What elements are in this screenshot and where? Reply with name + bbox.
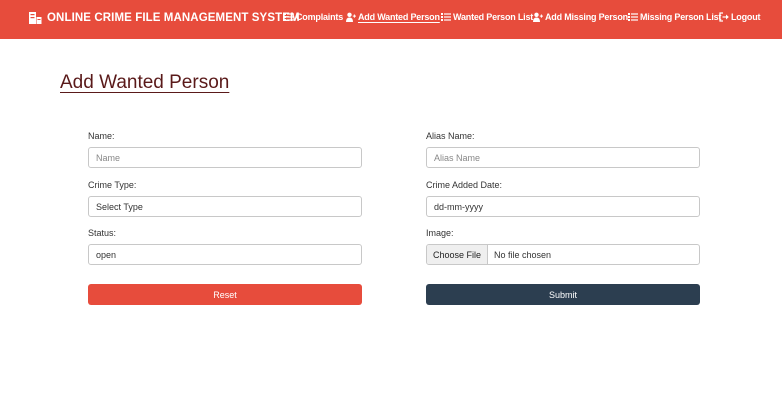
user-plus-icon [346,12,356,22]
list-icon [441,13,451,21]
nav-label: Add Wanted Person [358,12,440,22]
crime-type-select[interactable]: Select Type [88,196,362,217]
list-icon [628,13,638,21]
page-title: Add Wanted Person [60,72,230,93]
nav-label: Logout [731,12,761,22]
status-label: Status: [88,228,117,238]
list-icon [284,13,294,21]
choose-file-button[interactable]: Choose File [427,245,489,264]
alias-placeholder: Alias Name [434,152,481,163]
nav-add-missing-person[interactable]: Add Missing Person [533,12,628,22]
crime-type-value: Select Type [96,201,143,212]
nav-label: Wanted Person List [453,12,534,22]
name-placeholder: Name [96,152,121,163]
alias-input[interactable]: Alias Name [426,147,700,168]
nav-missing-person-list[interactable]: Missing Person List [628,12,721,22]
nav-label: Complaints [296,12,344,22]
crime-date-label: Crime Added Date: [426,180,503,190]
alias-label: Alias Name: [426,131,475,141]
user-plus-icon [533,12,543,22]
nav-wanted-person-list[interactable]: Wanted Person List [441,12,533,22]
nav-label: Missing Person List [640,12,722,22]
name-input[interactable]: Name [88,147,362,168]
image-file-input[interactable]: Choose File No file chosen [426,244,700,265]
sign-out-icon [719,12,729,22]
nav-add-wanted-person[interactable]: Add Wanted Person [346,12,440,22]
app-title: ONLINE CRIME FILE MANAGEMENT SYSTEM [47,12,300,24]
file-cabinet-icon [29,12,42,24]
nav-label: Add Missing Person [545,12,628,22]
status-input[interactable]: open [88,244,362,265]
image-label: Image: [426,228,454,238]
top-navbar: ONLINE CRIME FILE MANAGEMENT SYSTEM Comp… [0,0,782,39]
name-label: Name: [88,131,115,141]
nav-logout[interactable]: Logout [719,12,760,22]
crime-type-label: Crime Type: [88,180,137,190]
crime-date-value: dd-mm-yyyy [434,201,483,212]
crime-date-input[interactable]: dd-mm-yyyy [426,196,700,217]
nav-complaints[interactable]: Complaints [284,12,343,22]
brand[interactable]: ONLINE CRIME FILE MANAGEMENT SYSTEM [28,11,300,25]
reset-button[interactable]: Reset [88,284,362,305]
submit-button[interactable]: Submit [426,284,700,305]
status-value: open [96,249,117,260]
file-status: No file chosen [494,249,552,260]
